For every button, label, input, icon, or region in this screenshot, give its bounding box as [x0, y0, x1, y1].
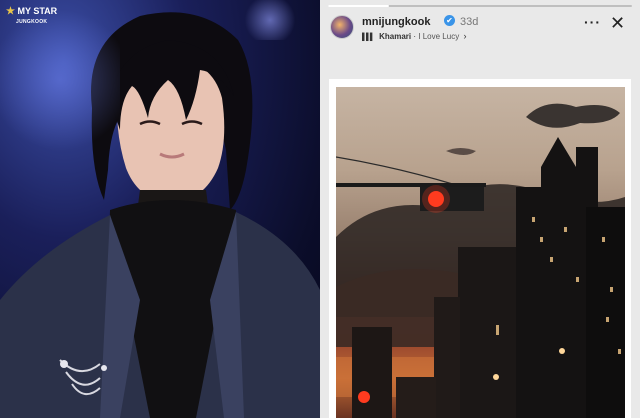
music-song: I Love Lucy	[418, 32, 460, 41]
city-sunset-illustration	[336, 103, 625, 418]
story-viewer: mnijungkook ✔ 33d ▌▌▌ Khamari · I Love L…	[320, 0, 640, 418]
music-bars-icon: ▌▌▌	[362, 34, 375, 41]
music-artist: Khamari	[379, 32, 412, 41]
close-button[interactable]: ✕	[610, 13, 625, 34]
avatar[interactable]	[330, 15, 354, 39]
star-icon: ★	[6, 6, 15, 17]
city-sunset-photo	[336, 87, 625, 418]
story-progress-fill	[328, 5, 389, 7]
watermark-title: MY STAR	[17, 6, 58, 16]
watermark-subtitle: JUNGKOOK	[16, 19, 48, 25]
story-timestamp: 33d	[460, 16, 479, 28]
music-attribution[interactable]: ▌▌▌ Khamari · I Love Lucy ›	[362, 31, 466, 41]
story-header: mnijungkook ✔ 33d ▌▌▌ Khamari · I Love L…	[328, 13, 632, 45]
verified-badge-icon: ✔	[444, 15, 455, 26]
watermark-logo: ★ MY STAR JUNGKOOK	[6, 6, 58, 25]
story-progress-bar	[328, 5, 632, 7]
story-photo-frame	[329, 79, 631, 418]
music-separator: ·	[413, 32, 417, 41]
username[interactable]: mnijungkook	[362, 16, 430, 28]
more-options-button[interactable]: ···	[584, 15, 601, 29]
concert-photo-panel: ★ MY STAR JUNGKOOK	[0, 0, 320, 418]
chevron-right-icon: ›	[463, 31, 467, 41]
